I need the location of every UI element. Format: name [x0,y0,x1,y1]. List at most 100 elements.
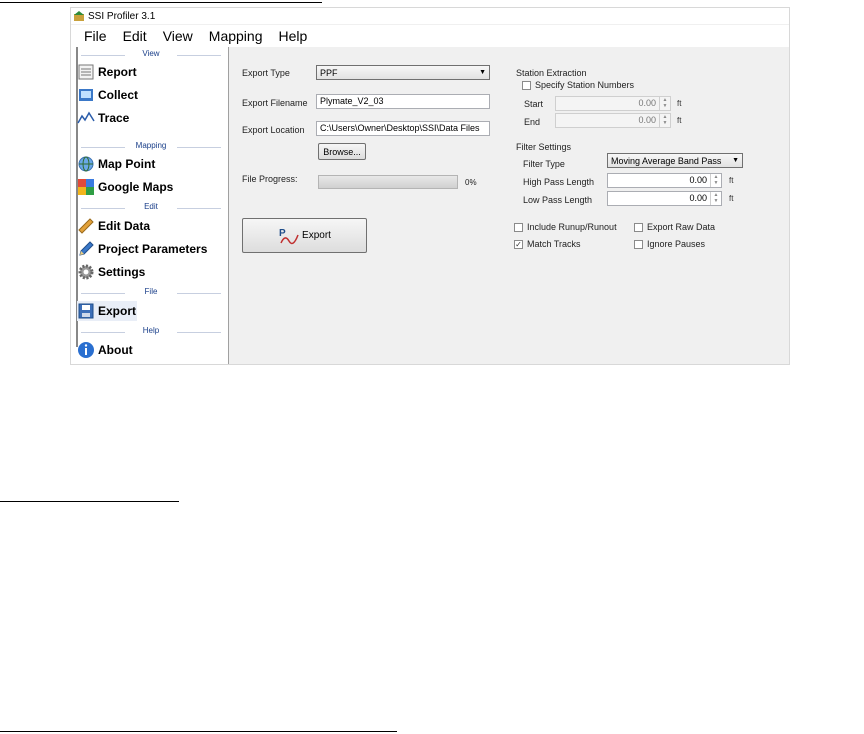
file-progress-percent: 0% [465,178,477,187]
menu-bar: File Edit View Mapping Help [71,25,789,47]
spinner-arrows-icon: ▲ ▼ [659,114,670,127]
group-view: View [81,49,221,61]
sidebar-item-collect[interactable]: Collect [77,85,138,105]
app-icon [74,11,84,21]
high-pass-value: 0.00 [689,175,707,185]
menu-edit[interactable]: Edit [123,28,147,44]
group-help: Help [81,326,221,338]
sidebar-item-label: Map Point [98,157,156,171]
sidebar-item-map-point[interactable]: Map Point [77,154,155,174]
document-rule-top [0,2,322,3]
file-progress-bar [318,175,458,189]
group-file: File [81,287,221,299]
ignore-pauses-checkbox[interactable]: Ignore Pauses [634,239,705,249]
floppy-disk-icon [77,302,95,320]
sidebar-item-edit-data[interactable]: Edit Data [77,216,150,236]
document-rule-bottom [0,731,397,732]
export-type-select[interactable]: PPF ▼ [316,65,490,80]
globe-icon [77,155,95,173]
checkbox-box [634,222,643,232]
trace-icon [77,109,95,127]
chevron-down-icon: ▼ [479,69,486,76]
sidebar-item-about[interactable]: About [77,340,133,360]
filter-settings-title: Filter Settings [516,142,572,152]
google-maps-icon [77,178,95,196]
export-location-label: Export Location [242,125,305,135]
checkbox-box [514,222,523,232]
browse-button[interactable]: Browse... [318,143,366,160]
document-rule-middle [0,501,179,502]
info-icon [77,341,95,359]
sidebar-item-label: Collect [98,88,139,102]
end-value: 0.00 [638,115,656,125]
export-button-label: Export [302,230,331,241]
checkbox-label: Specify Station Numbers [535,80,635,90]
end-label: End [524,117,541,127]
sidebar-item-label: Trace [98,111,130,125]
export-graph-icon: P [278,226,300,246]
export-panel: Export Type PPF ▼ Export Filename Plymat… [230,47,510,364]
export-type-value: PPF [320,67,338,78]
sidebar-item-trace[interactable]: Trace [77,108,129,128]
sidebar: View Report Collect Trace Mapping Map Po… [71,47,229,364]
checkbox-box: ✓ [514,239,523,249]
sidebar-item-export[interactable]: Export [77,301,137,321]
low-pass-unit: ft [729,194,734,203]
low-pass-value: 0.00 [689,193,707,203]
export-filename-label: Export Filename [242,98,308,108]
export-location-input[interactable]: C:\Users\Owner\Desktop\SSI\Data Files [316,121,490,136]
options-panel: Station Extraction Specify Station Numbe… [511,47,789,364]
low-pass-stepper[interactable]: 0.00 ▲ ▼ [607,191,722,206]
start-label: Start [524,99,544,109]
checkbox-label: Export Raw Data [647,222,716,232]
checkbox-box [634,239,643,249]
spinner-arrows-icon[interactable]: ▲ ▼ [710,174,721,187]
filter-type-select[interactable]: Moving Average Band Pass ▼ [607,153,743,168]
checkbox-label: Ignore Pauses [647,239,706,249]
filter-type-label: Filter Type [523,159,565,169]
menu-mapping[interactable]: Mapping [209,28,263,44]
app-window: SSI Profiler 3.1 File Edit View Mapping … [70,7,790,365]
high-pass-stepper[interactable]: 0.00 ▲ ▼ [607,173,722,188]
pencil-icon [77,240,95,258]
file-progress-label: File Progress: [242,174,298,184]
menu-view[interactable]: View [163,28,193,44]
sidebar-item-label: About [98,343,133,357]
low-pass-label: Low Pass Length [523,195,593,205]
chevron-down-icon: ▼ [732,157,739,164]
sidebar-item-project-parameters[interactable]: Project Parameters [77,239,207,259]
spinner-arrows-icon[interactable]: ▲ ▼ [710,192,721,205]
menu-help[interactable]: Help [278,28,307,44]
include-runup-checkbox[interactable]: Include Runup/Runout [514,222,617,232]
checkbox-label: Include Runup/Runout [527,222,617,232]
sidebar-item-report[interactable]: Report [77,62,137,82]
export-raw-data-checkbox[interactable]: Export Raw Data [634,222,715,232]
collect-icon [77,86,95,104]
export-type-label: Export Type [242,68,290,78]
checkbox-label: Match Tracks [527,239,581,249]
sidebar-item-google-maps[interactable]: Google Maps [77,177,173,197]
group-edit: Edit [81,202,221,214]
group-mapping: Mapping [81,141,221,153]
end-unit: ft [677,116,682,125]
export-button[interactable]: P Export [242,218,367,253]
export-filename-input[interactable]: Plymate_V2_03 [316,94,490,109]
filter-type-value: Moving Average Band Pass [611,155,722,166]
high-pass-label: High Pass Length [523,177,595,187]
menu-file[interactable]: File [84,28,107,44]
checkbox-box [522,80,531,90]
sidebar-item-label: Google Maps [98,180,174,194]
end-stepper: 0.00 ▲ ▼ [555,113,671,128]
report-icon [77,63,95,81]
sidebar-item-label: Settings [98,265,146,279]
gear-icon [77,263,95,281]
start-stepper: 0.00 ▲ ▼ [555,96,671,111]
match-tracks-checkbox[interactable]: ✓ Match Tracks [514,239,581,249]
sidebar-item-label: Project Parameters [98,242,208,256]
sidebar-item-label: Edit Data [98,219,151,233]
start-value: 0.00 [638,98,656,108]
sidebar-item-settings[interactable]: Settings [77,262,145,282]
sidebar-item-label: Export [98,304,137,318]
specify-station-numbers-checkbox[interactable]: Specify Station Numbers [522,80,634,90]
station-extraction-title: Station Extraction [516,68,587,78]
